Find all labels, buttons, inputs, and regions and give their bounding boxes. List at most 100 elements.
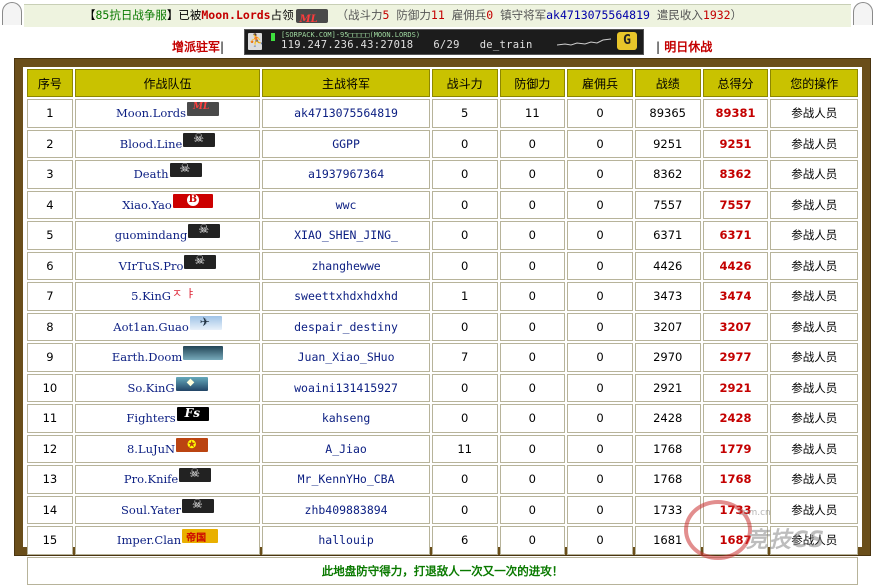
watermark-text: 竞技CS bbox=[746, 528, 826, 553]
defense-value: 0 bbox=[499, 404, 566, 433]
server-status-banner[interactable]: [SORPACK.COM]-95□□□□□(MOON.LORDS) 119.24… bbox=[244, 29, 644, 55]
general-name[interactable]: zhb409883894 bbox=[262, 495, 430, 524]
row-number: 6 bbox=[27, 251, 73, 280]
territory-status-line: 【85抗日战争服】已被Moon.Lords占领 ML （战斗力5 防御力11 雇佣… bbox=[24, 4, 851, 27]
attack-value: 6 bbox=[431, 526, 498, 555]
team-name-cell[interactable]: 8.LuJuN bbox=[74, 434, 261, 463]
record-value: 6371 bbox=[634, 221, 701, 250]
participants-button[interactable]: 参战人员 bbox=[770, 404, 858, 433]
general-name[interactable]: Juan_Xiao_SHuo bbox=[262, 343, 430, 372]
team-name[interactable]: guomindang bbox=[115, 228, 188, 242]
team-name[interactable]: VIrTuS.Pro bbox=[119, 259, 184, 273]
participants-button[interactable]: 参战人员 bbox=[770, 343, 858, 372]
record-value: 7557 bbox=[634, 190, 701, 219]
table-header-row: 序号 作战队伍 主战将军 战斗力 防御力 雇佣兵 战绩 总得分 您的操作 bbox=[27, 69, 858, 97]
general-name[interactable]: hallouip bbox=[262, 526, 430, 555]
participants-button[interactable]: 参战人员 bbox=[770, 434, 858, 463]
participants-button[interactable]: 参战人员 bbox=[770, 282, 858, 311]
attack-value: 0 bbox=[431, 251, 498, 280]
team-name[interactable]: So.KinG bbox=[127, 381, 174, 395]
dispatch-garrison-link[interactable]: 增派驻军| bbox=[172, 38, 224, 55]
team-name[interactable]: Soul.Yater bbox=[121, 503, 181, 517]
general-name[interactable]: ak4713075564819 bbox=[546, 8, 650, 22]
team-name-cell[interactable]: Aot1an.Guao bbox=[74, 312, 261, 341]
table-row: 6VIrTuS.Prozhanghewwe00044264426参战人员 bbox=[27, 251, 858, 280]
team-name[interactable]: Fighters bbox=[126, 411, 175, 425]
general-name[interactable]: zhanghewwe bbox=[262, 251, 430, 280]
team-name-cell[interactable]: So.KinG bbox=[74, 373, 261, 402]
general-name[interactable]: woaini131415927 bbox=[262, 373, 430, 402]
team-name-cell[interactable]: Fighters bbox=[74, 404, 261, 433]
mercenary-value: 0 bbox=[567, 312, 633, 341]
team-flag-icon bbox=[183, 346, 224, 361]
general-label: 镇守将军 bbox=[500, 8, 547, 22]
general-name[interactable]: despair_destiny bbox=[262, 312, 430, 341]
participants-button[interactable]: 参战人员 bbox=[770, 373, 858, 402]
team-name-cell[interactable]: VIrTuS.Pro bbox=[74, 251, 261, 280]
col-header-total: 总得分 bbox=[702, 69, 769, 97]
team-name-cell[interactable]: Blood.Line bbox=[74, 129, 261, 158]
defense-value: 0 bbox=[499, 526, 566, 555]
record-value: 89365 bbox=[634, 99, 701, 128]
mercenary-value: 0 bbox=[567, 404, 633, 433]
tax-label: 遣民收入 bbox=[656, 8, 703, 22]
team-name[interactable]: Earth.Doom bbox=[112, 350, 182, 364]
team-name-cell[interactable]: Death bbox=[74, 160, 261, 189]
table-row: 5guomindangXIAO_SHEN_JING_00063716371参战人… bbox=[27, 221, 858, 250]
table-row: 75.KinGsweettxhdxhdxhd10034733474参战人员 bbox=[27, 282, 858, 311]
occupier-team[interactable]: Moon.Lords bbox=[201, 8, 270, 22]
team-name-cell[interactable]: Soul.Yater bbox=[74, 495, 261, 524]
team-name-cell[interactable]: 5.KinG bbox=[74, 282, 261, 311]
defense-value: 0 bbox=[499, 160, 566, 189]
team-flag-icon bbox=[175, 376, 208, 391]
col-header-action: 您的操作 bbox=[770, 69, 858, 97]
general-name[interactable]: Mr_KennYHo_CBA bbox=[262, 465, 430, 494]
server-name-line: [SORPACK.COM]-95□□□□□(MOON.LORDS) bbox=[281, 31, 421, 39]
general-name[interactable]: kahseng bbox=[262, 404, 430, 433]
col-header-team: 作战队伍 bbox=[74, 69, 261, 97]
team-name[interactable]: 8.LuJuN bbox=[127, 442, 175, 456]
team-name[interactable]: Xiao.Yao bbox=[122, 198, 172, 212]
general-name[interactable]: A_Jiao bbox=[262, 434, 430, 463]
participants-button[interactable]: 参战人员 bbox=[770, 99, 858, 128]
watermark-small-text: com.cn bbox=[738, 508, 771, 518]
team-flag-icon bbox=[182, 497, 215, 513]
general-name[interactable]: a1937967364 bbox=[262, 160, 430, 189]
team-name[interactable]: 5.KinG bbox=[131, 289, 171, 303]
team-name[interactable]: Aot1an.Guao bbox=[113, 320, 188, 334]
total-score: 2428 bbox=[702, 404, 769, 433]
total-score: 2977 bbox=[702, 343, 769, 372]
participants-button[interactable]: 参战人员 bbox=[770, 221, 858, 250]
general-name[interactable]: GGPP bbox=[262, 129, 430, 158]
team-name-cell[interactable]: Xiao.Yao bbox=[74, 190, 261, 219]
general-name[interactable]: XIAO_SHEN_JING_ bbox=[262, 221, 430, 250]
row-number: 7 bbox=[27, 282, 73, 311]
general-name[interactable]: sweettxhdxhdxhd bbox=[262, 282, 430, 311]
truce-tomorrow-link[interactable]: | 明日休战 bbox=[656, 38, 712, 55]
table-row: 3Deatha193796736400083628362参战人员 bbox=[27, 160, 858, 189]
team-name-cell[interactable]: Earth.Doom bbox=[74, 343, 261, 372]
team-name[interactable]: Imper.Clan bbox=[117, 533, 181, 547]
defense-value: 0 bbox=[499, 190, 566, 219]
mercenary-value: 0 bbox=[567, 343, 633, 372]
general-name[interactable]: ak4713075564819 bbox=[262, 99, 430, 128]
team-name-cell[interactable]: guomindang bbox=[74, 221, 261, 250]
participants-button[interactable]: 参战人员 bbox=[770, 190, 858, 219]
participants-button[interactable]: 参战人员 bbox=[770, 160, 858, 189]
general-name[interactable]: wwc bbox=[262, 190, 430, 219]
team-name-cell[interactable]: Imper.Clan bbox=[74, 526, 261, 555]
team-name[interactable]: Pro.Knife bbox=[124, 472, 178, 486]
team-name[interactable]: Moon.Lords bbox=[116, 106, 186, 120]
participants-button[interactable]: 参战人员 bbox=[770, 129, 858, 158]
team-name-cell[interactable]: Pro.Knife bbox=[74, 465, 261, 494]
attack-value: 11 bbox=[431, 434, 498, 463]
team-name-cell[interactable]: Moon.Lords bbox=[74, 99, 261, 128]
mercenary-value: 0 bbox=[567, 99, 633, 128]
participants-button[interactable]: 参战人员 bbox=[770, 465, 858, 494]
team-name[interactable]: Blood.Line bbox=[120, 137, 183, 151]
row-number: 5 bbox=[27, 221, 73, 250]
participants-button[interactable]: 参战人员 bbox=[770, 251, 858, 280]
attack-value: 0 bbox=[431, 190, 498, 219]
team-name[interactable]: Death bbox=[134, 167, 169, 181]
participants-button[interactable]: 参战人员 bbox=[770, 312, 858, 341]
